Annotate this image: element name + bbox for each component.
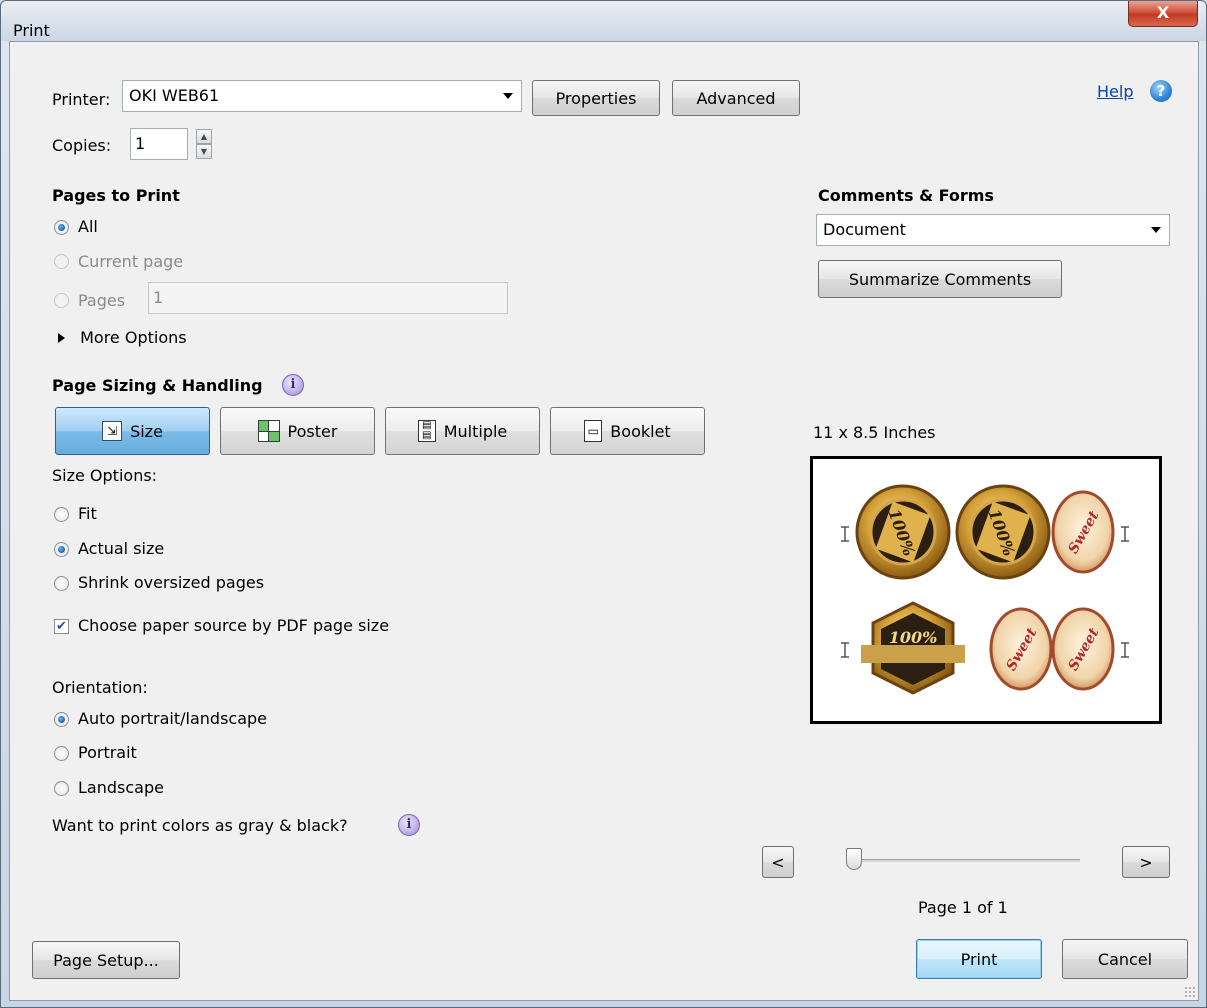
title-bar[interactable]: Print X (1, 1, 1206, 41)
actual-size-label[interactable]: Actual size (78, 539, 164, 558)
info-icon[interactable]: i (398, 814, 420, 836)
help-icon[interactable]: ? (1150, 80, 1172, 102)
copies-increment-button[interactable]: ▲ (196, 129, 212, 144)
page-range-radio[interactable] (54, 293, 69, 308)
resize-grip[interactable] (1184, 986, 1196, 998)
cancel-button-label: Cancel (1097, 949, 1153, 969)
page-setup-button[interactable]: Page Setup... (32, 941, 180, 979)
tab-booklet-label: Booklet (610, 421, 671, 441)
next-page-button[interactable]: > (1122, 846, 1170, 878)
page-slider-thumb[interactable] (846, 848, 862, 870)
printer-selected-value: OKI WEB61 (129, 86, 220, 105)
more-options-toggle[interactable]: More Options (58, 328, 187, 347)
fit-radio[interactable] (54, 507, 69, 522)
all-pages-label[interactable]: All (78, 217, 98, 236)
tab-poster[interactable]: Poster (220, 407, 375, 455)
more-options-label: More Options (80, 328, 187, 347)
gray-black-label: Want to print colors as gray & black? (52, 816, 348, 835)
gold-badge-1: 100% (855, 484, 951, 580)
paper-source-checkbox[interactable]: ✔ (54, 619, 69, 634)
gold-badge-2: 100% (955, 484, 1051, 580)
multiple-pages-icon: ▤ ▤ (417, 420, 436, 442)
summarize-comments-button[interactable]: Summarize Comments (818, 260, 1062, 298)
advanced-button-label: Advanced (696, 88, 776, 108)
printer-select[interactable]: OKI WEB61 (122, 80, 522, 112)
shrink-oversized-radio[interactable] (54, 576, 69, 591)
expand-triangle-icon (58, 333, 65, 343)
preview-thumbnail-image: 100% 100% Sweet 100% Sweet Sweet (841, 484, 1129, 695)
size-options-label: Size Options: (52, 466, 158, 485)
page-preview: 100% 100% Sweet 100% Sweet Sweet (810, 456, 1162, 724)
actual-size-radio[interactable] (54, 542, 69, 557)
print-button-label: Print (960, 949, 998, 969)
landscape-label[interactable]: Landscape (78, 778, 164, 797)
page-setup-label: Page Setup... (53, 950, 159, 970)
page-indicator: Page 1 of 1 (918, 898, 1008, 917)
landscape-radio[interactable] (54, 781, 69, 796)
paper-source-label[interactable]: Choose paper source by PDF page size (78, 616, 389, 635)
tab-multiple-label: Multiple (443, 421, 508, 441)
page-sizing-heading: Page Sizing & Handling (52, 376, 263, 395)
comments-forms-select[interactable]: Document (816, 214, 1170, 246)
fit-label[interactable]: Fit (78, 504, 97, 523)
advanced-button[interactable]: Advanced (672, 80, 800, 116)
previous-page-label: < (771, 852, 785, 872)
print-button[interactable]: Print (916, 939, 1042, 979)
badge-text: 100% (889, 628, 938, 647)
properties-button-label: Properties (555, 88, 637, 108)
preview-page: 100% 100% Sweet 100% Sweet Sweet (821, 467, 1151, 713)
pages-to-print-heading: Pages to Print (52, 186, 180, 205)
page-slider-track[interactable] (850, 859, 1080, 862)
auto-orientation-radio[interactable] (54, 712, 69, 727)
next-page-label: > (1139, 852, 1153, 872)
print-dialog-window: Print X Printer: OKI WEB61 Properties Ad… (0, 0, 1207, 1008)
sweet-label-3: Sweet (1051, 607, 1115, 691)
size-icon: ⇲ (102, 421, 123, 441)
hexagon-badge: 100% (861, 601, 965, 695)
page-range-label[interactable]: Pages (78, 291, 125, 310)
orientation-label: Orientation: (52, 678, 148, 697)
printer-label: Printer: (52, 90, 111, 109)
dialog-body: Printer: OKI WEB61 Properties Advanced H… (9, 41, 1199, 1001)
auto-orientation-label[interactable]: Auto portrait/landscape (78, 709, 267, 728)
portrait-label[interactable]: Portrait (78, 743, 137, 762)
help-link[interactable]: Help (1097, 82, 1133, 101)
page-range-input[interactable]: 1 (148, 282, 508, 314)
copies-decrement-button[interactable]: ▼ (196, 144, 212, 159)
copies-input[interactable]: 1 (130, 128, 188, 160)
tab-poster-label: Poster (287, 421, 338, 441)
tab-size[interactable]: ⇲ Size (55, 407, 210, 455)
current-page-label[interactable]: Current page (78, 252, 183, 271)
poster-icon (257, 420, 280, 442)
info-icon[interactable]: i (282, 374, 304, 396)
all-pages-radio[interactable] (54, 220, 69, 235)
booklet-icon: ▭ (584, 420, 603, 442)
window-title: Print (13, 21, 50, 40)
tab-size-label: Size (130, 421, 163, 441)
comments-forms-heading: Comments & Forms (818, 186, 994, 205)
tab-multiple[interactable]: ▤ ▤ Multiple (385, 407, 540, 455)
properties-button[interactable]: Properties (532, 80, 660, 116)
comments-forms-selected-value: Document (823, 220, 906, 239)
sweet-label-1: Sweet (1051, 490, 1115, 574)
chevron-down-icon (1143, 215, 1169, 245)
portrait-radio[interactable] (54, 746, 69, 761)
cancel-button[interactable]: Cancel (1062, 939, 1188, 979)
shrink-oversized-label[interactable]: Shrink oversized pages (78, 573, 264, 592)
summarize-comments-label: Summarize Comments (848, 269, 1032, 289)
chevron-down-icon (495, 81, 521, 111)
previous-page-button[interactable]: < (762, 846, 794, 878)
preview-size-label: 11 x 8.5 Inches (813, 423, 936, 442)
copies-label: Copies: (52, 136, 112, 155)
sweet-label-2: Sweet (989, 607, 1053, 691)
tab-booklet[interactable]: ▭ Booklet (550, 407, 705, 455)
current-page-radio[interactable] (54, 254, 69, 269)
close-button[interactable]: X (1128, 1, 1198, 27)
